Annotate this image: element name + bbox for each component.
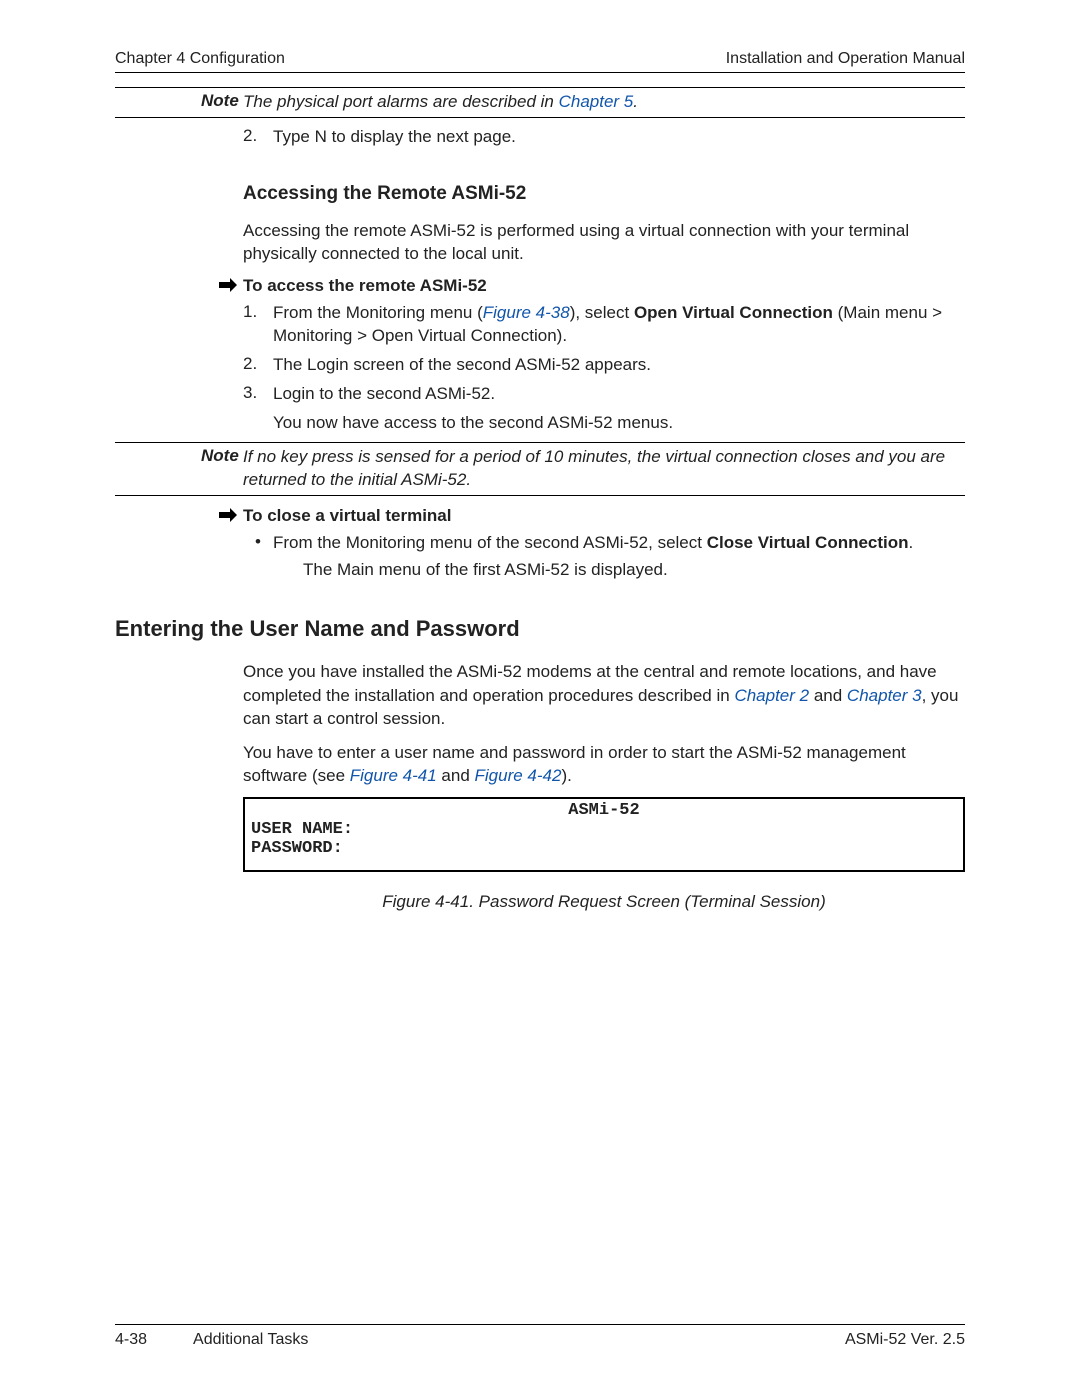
bullet-text: From the Monitoring menu of the second A… (273, 532, 913, 555)
text-segment: and (437, 766, 475, 785)
step-text: Type N to display the next page. (273, 126, 516, 149)
note-text: If no key press is sensed for a period o… (243, 446, 965, 492)
access-step-3: 3. Login to the second ASMi-52. (243, 383, 965, 406)
content-column-2: To close a virtual terminal • From the M… (243, 506, 965, 582)
page-footer: 4-38 Additional Tasks ASMi-52 Ver. 2.5 (115, 1324, 965, 1349)
step-text: The Login screen of the second ASMi-52 a… (273, 354, 651, 377)
access-step-3-sub: You now have access to the second ASMi-5… (273, 412, 965, 435)
heading-accessing-remote: Accessing the Remote ASMi-52 (243, 183, 965, 205)
content-column-3: Once you have installed the ASMi-52 mode… (243, 660, 965, 912)
text-segment: From the Monitoring menu of the second A… (273, 533, 707, 552)
text-segment: and (809, 686, 847, 705)
footer-right: ASMi-52 Ver. 2.5 (845, 1331, 965, 1349)
note-text-post: . (633, 92, 638, 111)
note-physical-port: Note The physical port alarms are descri… (115, 87, 965, 118)
access-step-2: 2. The Login screen of the second ASMi-5… (243, 354, 965, 377)
link-figure-4-38[interactable]: Figure 4-38 (483, 303, 570, 322)
text-segment: You have to enter a user name and passwo… (243, 743, 906, 785)
terminal-password-prompt: PASSWORD: (251, 839, 957, 858)
procedure-title: To close a virtual terminal (243, 506, 451, 526)
note-label: Note (115, 91, 243, 111)
note-text-pre: The physical port alarms are described i… (243, 92, 559, 111)
note-text: The physical port alarms are described i… (243, 91, 638, 114)
bullet-close-virtual: • From the Monitoring menu of the second… (243, 532, 965, 555)
note-timeout: Note If no key press is sensed for a per… (115, 442, 965, 496)
close-result: The Main menu of the first ASMi-52 is di… (303, 559, 965, 582)
page-header: Chapter 4 Configuration Installation and… (115, 50, 965, 73)
text-segment: ), select (570, 303, 634, 322)
para-enter-2: You have to enter a user name and passwo… (243, 741, 965, 788)
step-text: From the Monitoring menu (Figure 4-38), … (273, 302, 965, 348)
para-access: Accessing the remote ASMi-52 is performe… (243, 219, 965, 266)
terminal-password-screen: ASMi-52 USER NAME: PASSWORD: (243, 797, 965, 872)
page: Chapter 4 Configuration Installation and… (0, 0, 1080, 1397)
step-number: 2. (243, 126, 273, 149)
figure-caption-4-41: Figure 4-41. Password Request Screen (Te… (243, 892, 965, 912)
note-label: Note (115, 446, 243, 466)
heading-entering-username: Entering the User Name and Password (115, 616, 965, 642)
step-number: 3. (243, 383, 273, 406)
bullet-icon: • (243, 532, 273, 555)
arrow-icon (219, 506, 243, 522)
terminal-username-prompt: USER NAME: (251, 820, 957, 839)
procedure-title: To access the remote ASMi-52 (243, 276, 487, 296)
step-number: 1. (243, 302, 273, 348)
footer-left: 4-38 Additional Tasks (115, 1331, 308, 1349)
link-chapter-3[interactable]: Chapter 3 (847, 686, 922, 705)
step-number: 2. (243, 354, 273, 377)
header-right: Installation and Operation Manual (726, 50, 965, 68)
link-chapter-2[interactable]: Chapter 2 (734, 686, 809, 705)
procedure-access-remote: To access the remote ASMi-52 (219, 276, 965, 296)
terminal-title: ASMi-52 (251, 801, 957, 820)
text-segment: ). (561, 766, 571, 785)
arrow-icon (219, 276, 243, 292)
step-text: Login to the second ASMi-52. (273, 383, 495, 406)
text-segment: From the Monitoring menu ( (273, 303, 483, 322)
footer-page-num: 4-38 (115, 1331, 147, 1348)
link-chapter-5[interactable]: Chapter 5 (559, 92, 634, 111)
link-figure-4-42[interactable]: Figure 4-42 (475, 766, 562, 785)
text-segment: . (909, 533, 914, 552)
procedure-close-terminal: To close a virtual terminal (219, 506, 965, 526)
footer-section: Additional Tasks (193, 1331, 308, 1348)
content-column: 2. Type N to display the next page. Acce… (243, 126, 965, 435)
text-bold: Open Virtual Connection (634, 303, 833, 322)
para-enter-1: Once you have installed the ASMi-52 mode… (243, 660, 965, 730)
link-figure-4-41[interactable]: Figure 4-41 (350, 766, 437, 785)
step-type-n: 2. Type N to display the next page. (243, 126, 965, 149)
access-step-1: 1. From the Monitoring menu (Figure 4-38… (243, 302, 965, 348)
text-bold: Close Virtual Connection (707, 533, 909, 552)
header-left: Chapter 4 Configuration (115, 50, 285, 68)
